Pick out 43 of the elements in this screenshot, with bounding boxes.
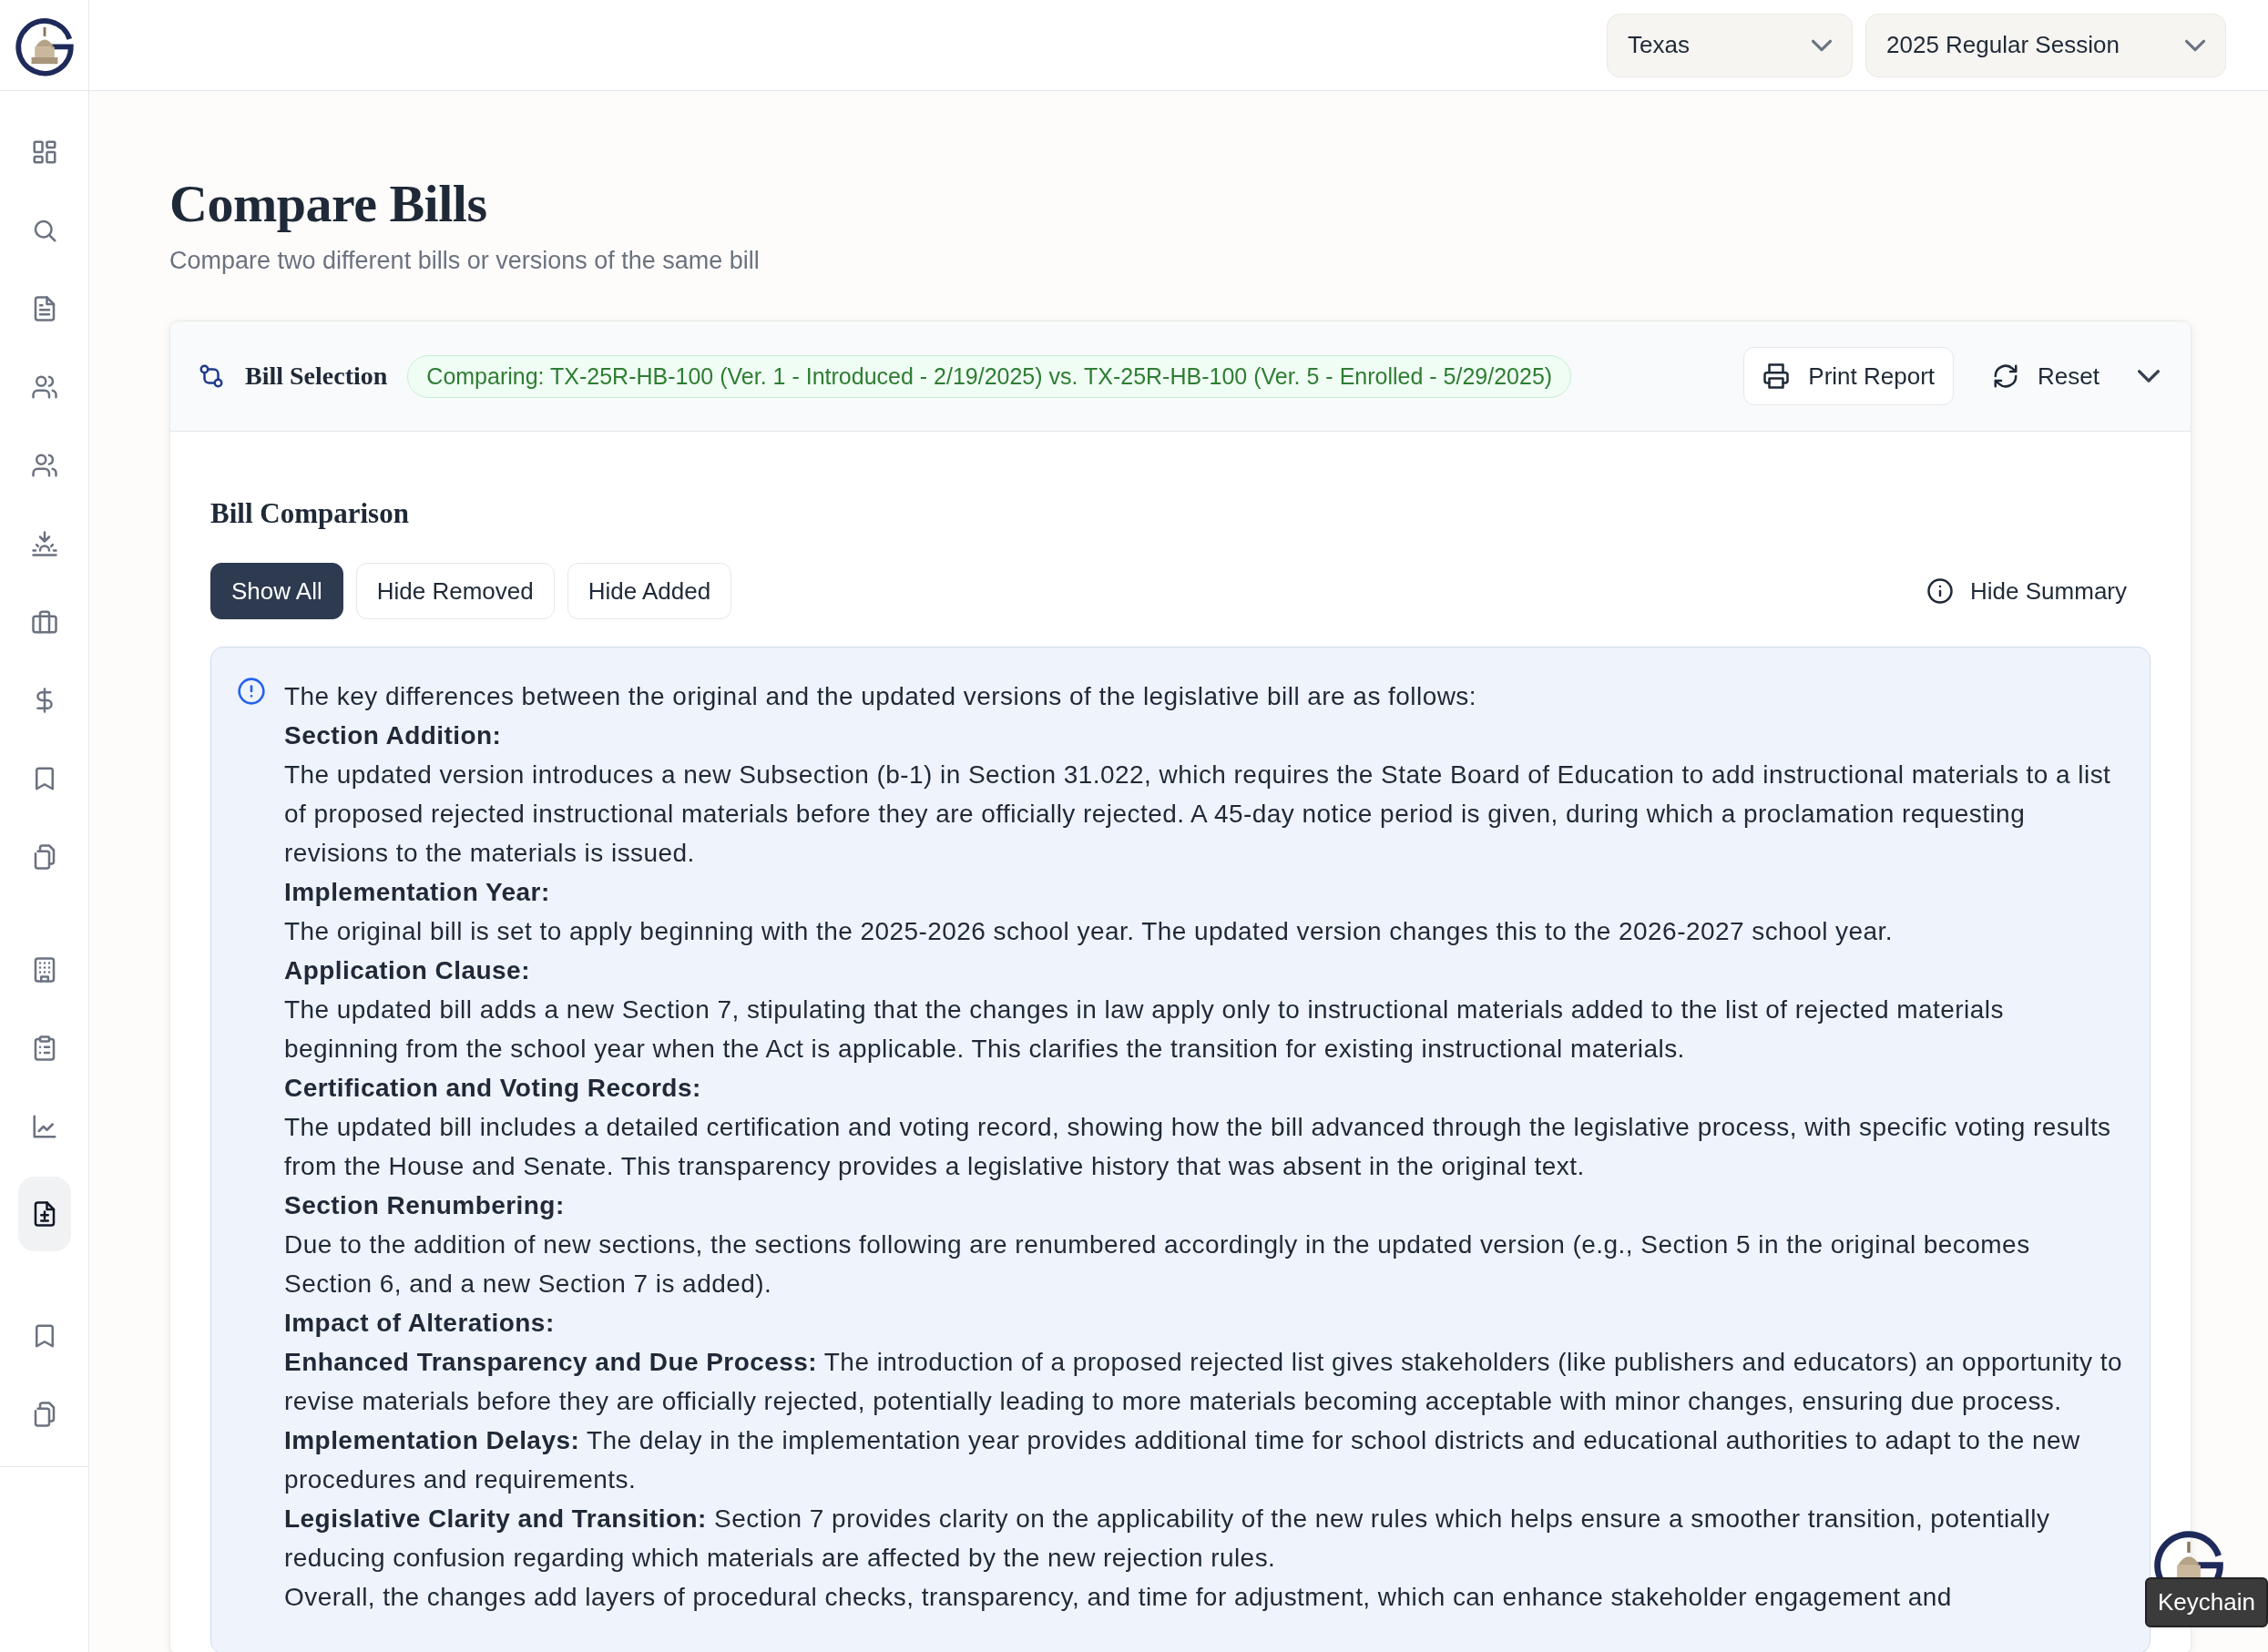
chevron-down-icon	[1812, 38, 1832, 52]
summary-heading: Section Renumbering:	[284, 1190, 566, 1221]
summary-paragraph: The key differences between the original and the updated versions of the legislative bill are as follows:	[284, 681, 1478, 712]
info-icon	[237, 677, 266, 706]
summary-paragraph: The updated bill includes a detailed certification and voting record, showing how the bill advanced through the legislative process, with specific voting results from the House and Senate. This transparency provides a legislative history that was absent in the original text.	[284, 1112, 2112, 1182]
info-icon	[1926, 577, 1955, 605]
summary-paragraph: Legislative Clarity and Transition: Section 7 provides clarity on the applicability of the new rules which helps ensure a smoother transition, potentially reducing confusion regarding which materials are affected by the new rejection rules.	[284, 1504, 2051, 1574]
summary-paragraph: Overall, the changes add layers of procedural checks, transparency, and time for adjustment, which can enhance stakeholder engagement and	[284, 1582, 1953, 1613]
state-dropdown[interactable]: Texas	[1607, 13, 1853, 77]
chevron-down-icon	[2138, 370, 2160, 382]
summary-paragraph: The original bill is set to apply beginning with the 2025-2026 school year. The updated version changes this to the 2026-2027 school year.	[284, 916, 1895, 947]
summary-heading: Application Clause:	[284, 955, 531, 986]
summary-paragraph: The updated version introduces a new Subsection (b-1) in Section 31.022, which requires the State Board of Education to add instructional materials to a list of proposed rejected instructional materials before they are officially rejected. A 45-day notice period is given, during which a proclamation requesting revisions to the materials is issued.	[284, 760, 2112, 869]
summary-paragraph: Enhanced Transparency and Due Process: The introduction of a proposed rejected list gives stakeholders (like publishers and educators) an opportunity to revise materials before they are officially rejected, potentially leading to more materials becoming acceptable with minor changes, ensuring due process.	[284, 1347, 2122, 1417]
section-title: Bill Selection	[245, 362, 388, 391]
session-dropdown[interactable]: 2025 Regular Session	[1865, 13, 2226, 77]
sunset-icon	[30, 530, 58, 557]
filter-button[interactable]: Hide Removed	[355, 563, 555, 619]
summary-heading: Impact of Alterations:	[284, 1308, 556, 1339]
print-report-button[interactable]: Print Report	[1743, 347, 1955, 405]
page-subtitle: Compare two different bills or versions of the same bill	[169, 247, 761, 275]
summary-paragraph: Due to the addition of new sections, the sections following are renumbered accordingly in the updated version (e.g., Section 5 in the original becomes Section 6, and a new Section 7 is added).	[284, 1229, 2031, 1300]
reset-button[interactable]: Reset	[1974, 347, 2118, 405]
summary-paragraph: The updated bill adds a new Section 7, stipulating that the changes in law apply only to instructional materials added to the list of rejected materials beginning from the school year when the Act is applicable. This clarifies the transition for existing instructional materials.	[284, 994, 2005, 1065]
summary-paragraph: Implementation Delays: The delay in the implementation year provides additional time for school districts and educational authorities to adapt to the new procedures and requirements.	[284, 1425, 2081, 1495]
tooltip: Keychain	[2145, 1577, 2268, 1627]
sidebar-button[interactable]	[17, 1177, 71, 1251]
chevron-down-icon	[2185, 38, 2205, 52]
people-icon	[30, 373, 58, 401]
section-title: Bill Comparison	[210, 497, 410, 530]
connection-icon	[198, 362, 225, 390]
hide-summary-button[interactable]: Hide Summary	[1921, 576, 2132, 607]
printer-icon	[1762, 362, 1791, 390]
filter-button[interactable]: Hide Added	[567, 563, 732, 619]
refresh-icon	[1992, 362, 2020, 390]
filter-button[interactable]: Show All	[210, 563, 343, 619]
summary-heading: Certification and Voting Records:	[284, 1073, 702, 1104]
people-icon	[30, 452, 58, 479]
briefcase-icon	[30, 608, 58, 636]
comparing-badge: Comparing: TX-25R-HB-100 (Ver. 1 - Introduced - 2/19/2025) vs. TX-25R-HB-100 (Ver. 5 - Enrolled - 5/29/2025)	[407, 354, 1572, 398]
page-title: Compare Bills	[169, 173, 488, 234]
summary-heading: Section Addition:	[284, 720, 503, 751]
summary-heading: Implementation Year:	[284, 877, 551, 908]
